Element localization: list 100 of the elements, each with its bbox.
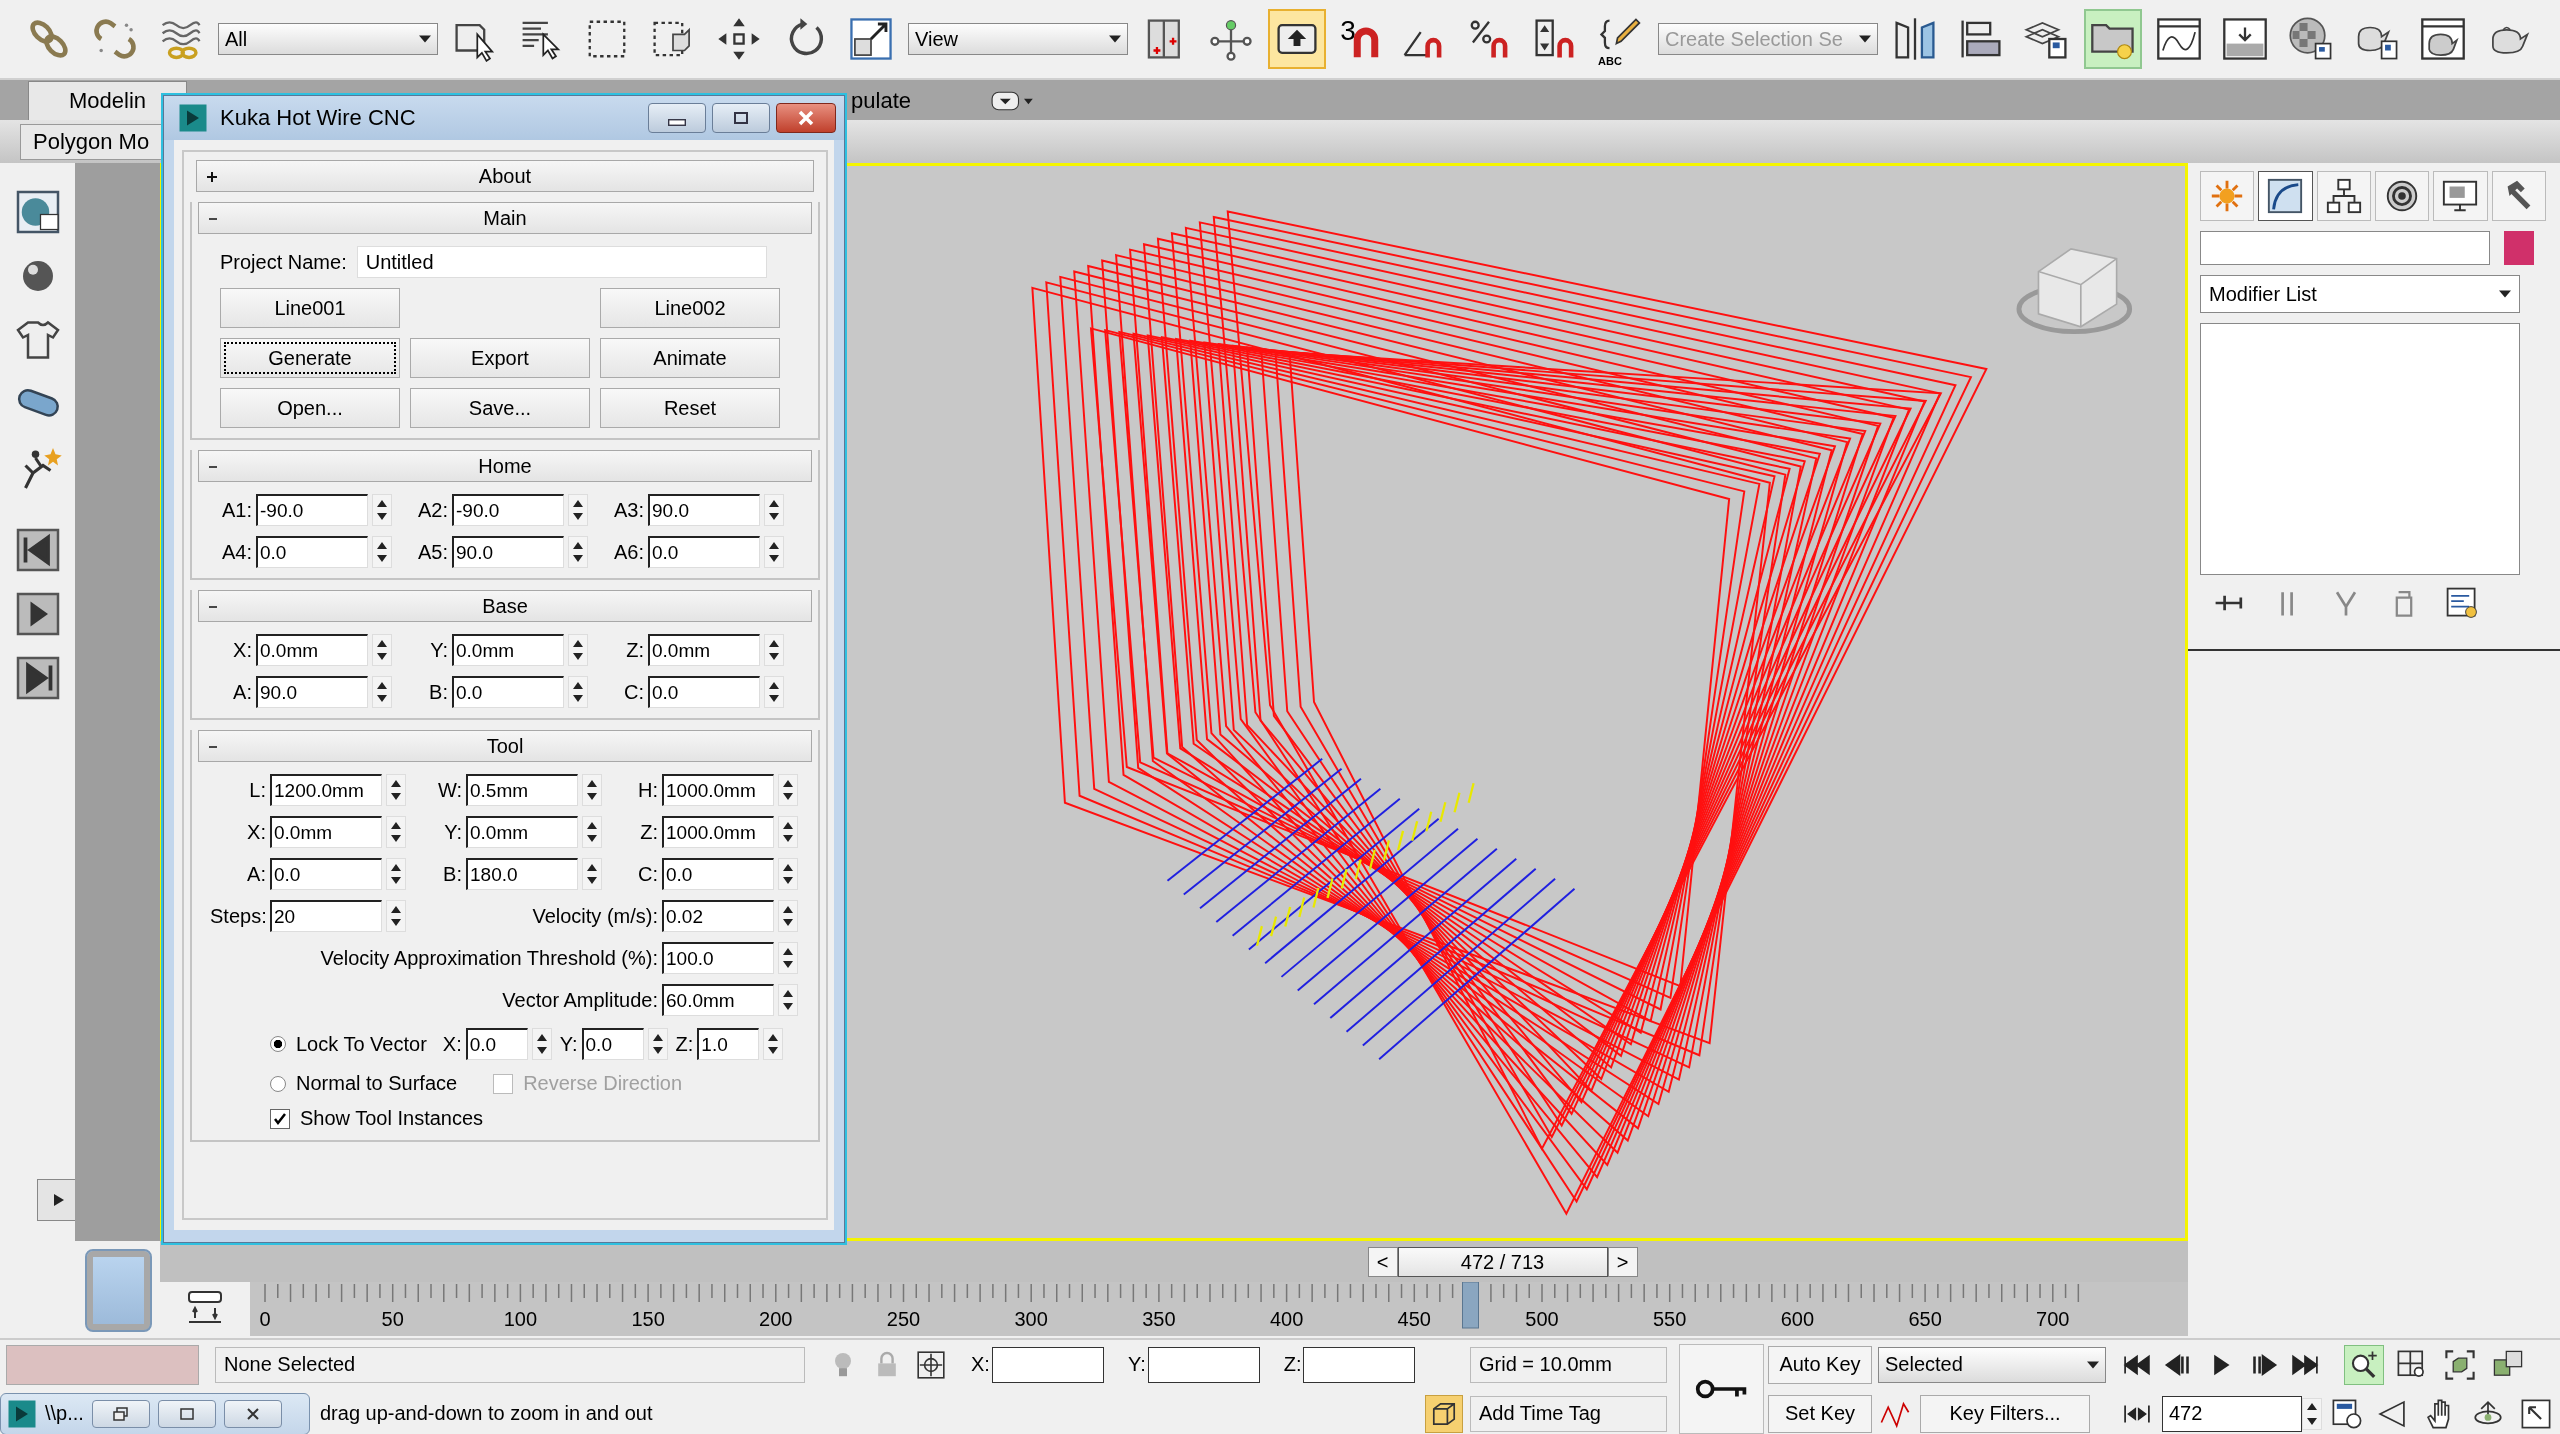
spinner-arrows-icon[interactable] bbox=[386, 774, 406, 806]
set-key-mode-button[interactable] bbox=[1679, 1344, 1764, 1434]
number-field[interactable]: 0.0mm bbox=[466, 816, 578, 848]
next-frame-button[interactable]: > bbox=[1607, 1247, 1638, 1277]
number-field[interactable]: 0.0 bbox=[256, 536, 368, 568]
spinner-arrows-icon[interactable] bbox=[778, 942, 798, 974]
close-button[interactable] bbox=[223, 1399, 282, 1428]
object-name-field[interactable] bbox=[2200, 231, 2490, 265]
number-field[interactable]: 0.0 bbox=[648, 676, 760, 708]
spinner-arrows-icon[interactable] bbox=[531, 1028, 552, 1060]
number-field[interactable]: 0.02 bbox=[662, 900, 774, 932]
spinner-arrows-icon[interactable] bbox=[386, 900, 406, 932]
number-field[interactable]: -90.0 bbox=[256, 494, 368, 526]
viewport-nav-button[interactable] bbox=[2344, 1344, 2384, 1385]
toolbar-button[interactable] bbox=[2084, 9, 2142, 69]
spinner-arrows-icon[interactable] bbox=[372, 494, 392, 526]
x-coordinate-field[interactable] bbox=[991, 1346, 1104, 1383]
number-field[interactable]: 1000.0mm bbox=[662, 774, 774, 806]
maximize-button[interactable] bbox=[157, 1399, 216, 1428]
spinner-arrows-icon[interactable] bbox=[778, 984, 798, 1016]
spinner-arrows-icon[interactable] bbox=[568, 494, 588, 526]
rollout-header[interactable]: Main bbox=[198, 202, 812, 234]
toolbar-button[interactable] bbox=[1268, 9, 1326, 69]
command-panel-tab[interactable] bbox=[2375, 171, 2430, 221]
number-field[interactable]: -90.0 bbox=[452, 494, 564, 526]
number-field[interactable]: 0.0mm bbox=[648, 634, 760, 666]
command-panel-tab[interactable] bbox=[2491, 171, 2546, 221]
timeline-bar[interactable]: < 472 / 713 > bbox=[160, 1241, 2188, 1282]
target-icon[interactable] bbox=[915, 1348, 947, 1381]
ribbon-panel-label[interactable]: Polygon Mo bbox=[20, 123, 163, 160]
frame-field[interactable]: 472 bbox=[2162, 1395, 2302, 1432]
spinner-arrows-icon[interactable] bbox=[582, 774, 602, 806]
dropdown-icon[interactable] bbox=[991, 90, 1035, 112]
spinner-arrows-icon[interactable] bbox=[386, 858, 406, 890]
current-frame-marker[interactable] bbox=[1462, 1282, 1479, 1329]
color-swatch[interactable] bbox=[2504, 231, 2534, 265]
dialog-button[interactable]: Save... bbox=[410, 388, 590, 428]
spinner-arrows-icon[interactable] bbox=[764, 676, 784, 708]
spinner-arrows-icon[interactable] bbox=[582, 816, 602, 848]
spinner-arrows-icon[interactable] bbox=[764, 634, 784, 666]
spinner-arrows-icon[interactable] bbox=[763, 1028, 784, 1060]
number-field[interactable]: 0.0 bbox=[452, 676, 564, 708]
minimize-button[interactable] bbox=[648, 103, 706, 133]
number-field[interactable]: 0.0mm bbox=[270, 816, 382, 848]
command-panel-tab[interactable] bbox=[2258, 171, 2313, 221]
spinner-arrows-icon[interactable] bbox=[568, 634, 588, 666]
spinner-arrows-icon[interactable] bbox=[778, 900, 798, 932]
minimized-window[interactable]: \\p... bbox=[0, 1392, 310, 1434]
spinner-arrows-icon[interactable] bbox=[764, 494, 784, 526]
number-field[interactable]: 0.0 bbox=[465, 1028, 528, 1060]
configure-icon[interactable] bbox=[2444, 585, 2480, 621]
number-field[interactable]: 0.0mm bbox=[452, 634, 564, 666]
number-field[interactable]: 20 bbox=[270, 900, 382, 932]
set-key-button[interactable]: Set Key bbox=[1768, 1394, 1872, 1433]
rollout-header[interactable]: Base bbox=[198, 590, 812, 622]
dialog-button[interactable]: Reset bbox=[600, 388, 780, 428]
spinner-arrows-icon[interactable] bbox=[568, 676, 588, 708]
number-field[interactable]: 0.0 bbox=[648, 536, 760, 568]
previous-frame-button[interactable]: < bbox=[1367, 1247, 1398, 1277]
dialog-button[interactable]: Generate bbox=[220, 338, 400, 378]
number-field[interactable]: 0.0 bbox=[581, 1028, 644, 1060]
dialog-button[interactable]: Animate bbox=[600, 338, 780, 378]
number-field[interactable]: 0.0 bbox=[662, 858, 774, 890]
number-field[interactable]: 1200.0mm bbox=[270, 774, 382, 806]
modifier-list-dropdown[interactable]: Modifier List bbox=[2200, 275, 2520, 313]
radio-button[interactable]: Normal to Surface bbox=[270, 1072, 458, 1095]
script-listener-field[interactable] bbox=[6, 1344, 199, 1385]
close-button[interactable] bbox=[776, 103, 836, 133]
z-coordinate-field[interactable] bbox=[1303, 1346, 1416, 1383]
number-field[interactable]: 180.0 bbox=[466, 858, 578, 890]
rollout-header[interactable]: Tool bbox=[198, 730, 812, 762]
spinner-arrows-icon[interactable] bbox=[372, 634, 392, 666]
number-field[interactable]: 0.5mm bbox=[466, 774, 578, 806]
number-field[interactable]: 90.0 bbox=[648, 494, 760, 526]
spinner-arrows-icon[interactable] bbox=[764, 536, 784, 568]
time-tag-button[interactable] bbox=[1425, 1394, 1463, 1433]
spinner-arrows-icon[interactable] bbox=[778, 774, 798, 806]
auto-key-button[interactable]: Auto Key bbox=[1768, 1345, 1872, 1384]
current-time-box[interactable]: < 472 / 713 > bbox=[1367, 1247, 1638, 1277]
number-field[interactable]: 0.0mm bbox=[256, 634, 368, 666]
toolbar-dropdown[interactable]: All bbox=[218, 23, 438, 55]
radio-button[interactable]: Lock To Vector bbox=[270, 1032, 427, 1056]
key-filters-button[interactable]: Key Filters... bbox=[1920, 1394, 2090, 1433]
rollout-header[interactable]: Home bbox=[198, 450, 812, 482]
number-field[interactable]: 90.0 bbox=[452, 536, 564, 568]
number-field[interactable]: 0.0 bbox=[270, 858, 382, 890]
toolbar-button[interactable]: ABC bbox=[1592, 9, 1650, 69]
number-field[interactable]: 60.0mm bbox=[662, 984, 774, 1016]
maximize-button[interactable] bbox=[712, 103, 770, 133]
spinner-arrows-icon[interactable] bbox=[2302, 1397, 2322, 1430]
number-field[interactable]: 100.0 bbox=[662, 942, 774, 974]
spinner-arrows-icon[interactable] bbox=[647, 1028, 668, 1060]
restore-button[interactable] bbox=[91, 1399, 150, 1428]
dialog-button[interactable]: Open... bbox=[220, 388, 400, 428]
command-panel-tab[interactable] bbox=[2316, 171, 2371, 221]
toolbar-dropdown[interactable]: View bbox=[908, 23, 1128, 55]
spinner-arrows-icon[interactable] bbox=[568, 536, 588, 568]
spinner-arrows-icon[interactable] bbox=[372, 676, 392, 708]
y-coordinate-field[interactable] bbox=[1147, 1346, 1260, 1383]
spinner-arrows-icon[interactable] bbox=[778, 858, 798, 890]
